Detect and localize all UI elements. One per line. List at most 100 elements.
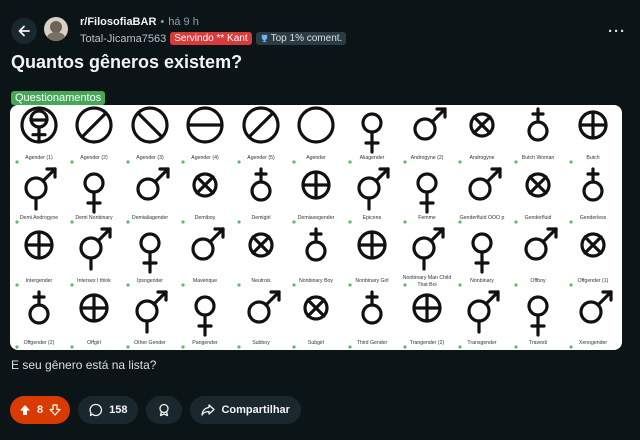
status-dot [15,160,19,164]
comment-icon [89,403,103,417]
symbol-label: Demiaxegender [298,215,335,221]
symbol-label: Nonbinary [470,278,494,284]
share-label: Compartilhar [221,404,290,416]
symbol-label: Butch Woman [522,155,555,161]
post-image[interactable]: Agender (1) Agender (2) Agender (3) Agender… [10,105,622,350]
symbol-ring [83,172,105,194]
symbol-label: Nonbinary Boy [299,278,333,284]
status-dot [15,283,19,287]
author-username[interactable]: Total-Jicama7563 [80,33,166,45]
symbol-stroke [374,167,390,183]
status-dot [458,283,462,287]
symbol-label: Demi Androgyne [20,215,58,221]
symbol-label: Agender (2) [80,155,108,161]
symbol-label: Trangender (2) [410,340,445,346]
gender-symbol [527,107,549,142]
symbol-stroke [208,227,225,244]
symbol-label: Demiboy [195,215,216,221]
symbol-stroke [96,227,112,243]
more-options-button[interactable]: ··· [608,23,626,40]
comments-button[interactable]: 158 [78,396,139,424]
symbol-stroke [41,167,57,183]
gender-symbol [412,293,442,323]
gender-symbol [79,293,109,323]
status-dot [403,283,407,287]
subreddit-link[interactable]: r/FilosofiaBAR [80,16,156,28]
downvote-icon[interactable] [49,404,61,416]
status-dot [237,345,241,349]
symbol-label: That Boi [417,282,436,288]
symbol-label: Ipsogender [137,278,163,284]
status-dot [292,220,296,224]
symbol-label: Intergender [26,278,53,284]
gender-symbol [357,167,390,211]
status-dot [569,160,573,164]
status-dot [181,283,185,287]
post-flair[interactable]: Questionamentos [11,91,106,105]
gender-symbol [131,106,169,144]
upvote-icon[interactable] [19,404,31,416]
symbol-label: Genderless [580,215,607,221]
symbol-stroke [430,107,447,124]
symbol-label: Androgyne [469,155,494,161]
symbol-label: Subboy [252,340,270,346]
symbol-label: Demi Nonbinary [75,215,113,221]
status-dot [126,220,130,224]
status-dot [403,220,407,224]
symbol-stroke [541,227,558,244]
gender-symbol [361,112,383,154]
status-dot [181,220,185,224]
gender-symbol [250,167,272,202]
symbol-label: Agender (3) [136,155,164,161]
symbol-stroke [429,227,445,243]
symbol-ring [194,295,216,317]
gender-symbol [139,232,161,274]
symbol-label: Epicene [363,215,382,221]
gender-symbol [301,170,331,200]
share-button[interactable]: Compartilhar [190,396,301,424]
arrow-left-icon [18,25,30,37]
symbol-ring [28,303,50,325]
gender-symbol [580,232,606,258]
symbol-ring [471,232,493,254]
gender-symbol [525,172,551,198]
award-button[interactable] [146,396,183,424]
gender-symbol [413,107,447,141]
gender-symbol [135,290,168,334]
status-dot [348,345,352,349]
status-dot [458,345,462,349]
post-time: há 9 h [168,16,199,28]
symbol-stroke [484,290,500,306]
status-dot [348,160,352,164]
symbol-label: Offboy [530,278,546,284]
back-button[interactable] [11,18,37,44]
gender-symbol [579,290,613,324]
status-dot [237,160,241,164]
action-bar: 8 158 Compartilhar [10,396,301,424]
symbol-label: Subgirl [308,340,324,346]
status-dot [569,283,573,287]
symbol-label: Aliagender [360,155,385,161]
symbol-label: Pangender [192,340,218,346]
symbol-ring [582,180,604,202]
status-dot [15,345,19,349]
status-dot [70,283,74,287]
status-dot [70,160,74,164]
symbol-ring [139,232,161,254]
symbol-label: Demigirl [251,215,270,221]
status-dot [292,283,296,287]
symbol-label: Agender (5) [247,155,275,161]
subreddit-avatar[interactable] [44,17,68,41]
symbol-ring [361,112,383,134]
gender-symbol [242,106,280,144]
badge-label: Top 1% coment. [270,33,343,44]
symbol-label: Nonbinary Girl [355,278,388,284]
symbol-ring [250,180,272,202]
symbol-label: Xenogender [579,340,608,346]
gender-symbol [20,106,58,144]
gender-symbol [303,295,329,321]
symbol-label: Genderfluid OOO p [460,215,505,221]
author-line: Total-Jicama7563 Servindo ** Kant Top 1%… [80,32,347,45]
symbol-stroke [136,111,164,139]
symbol-label: Neutrois [251,278,271,284]
